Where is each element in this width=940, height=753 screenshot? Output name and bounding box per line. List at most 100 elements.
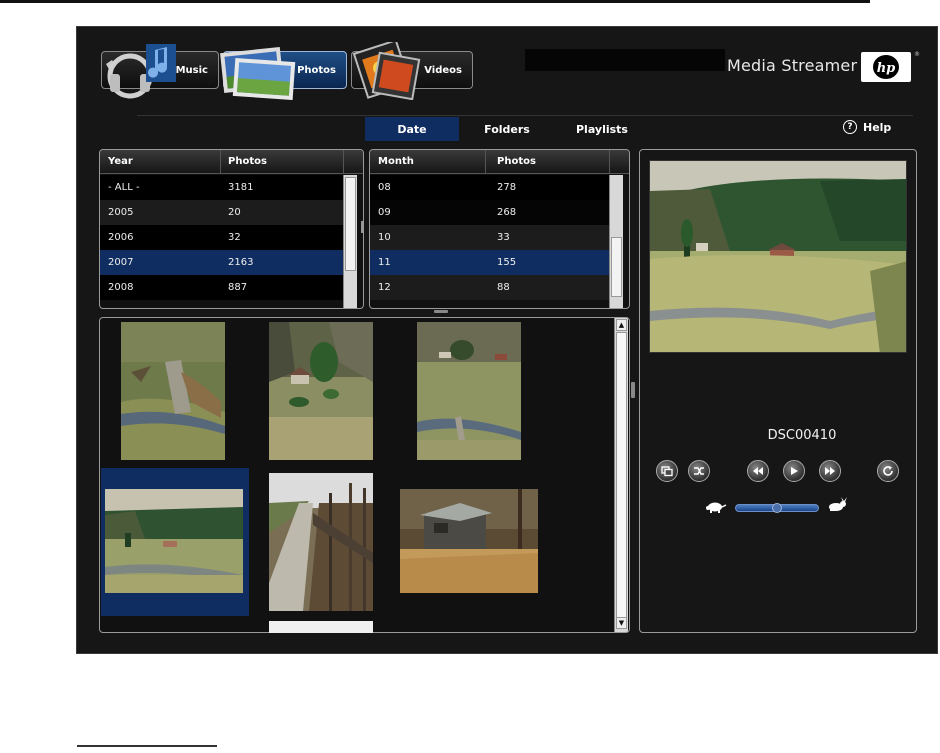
play-button[interactable] bbox=[783, 460, 805, 482]
photo-filename: DSC00410 bbox=[767, 428, 837, 443]
shuffle-icon bbox=[694, 467, 704, 475]
music-button[interactable]: Music bbox=[101, 44, 219, 99]
rabbit-icon bbox=[829, 497, 847, 511]
count-cell: 268 bbox=[497, 207, 517, 218]
count-cell: 88 bbox=[497, 282, 510, 293]
month-table-scrollbar[interactable] bbox=[609, 175, 623, 308]
fast-forward-button[interactable] bbox=[819, 460, 841, 482]
bottom-rule bbox=[77, 745, 217, 747]
speed-slider-thumb[interactable] bbox=[772, 503, 782, 513]
count-cell: 3181 bbox=[228, 182, 254, 193]
slideshow-button[interactable] bbox=[656, 460, 678, 482]
help-label: Help bbox=[863, 120, 892, 134]
videos-button[interactable]: Videos bbox=[351, 42, 473, 100]
count-cell: 20 bbox=[228, 207, 241, 218]
count-cell: 2163 bbox=[228, 257, 254, 268]
photos-label: Photos bbox=[297, 64, 336, 76]
count-cell: 887 bbox=[228, 282, 248, 293]
rotate-icon bbox=[883, 466, 893, 476]
count-cell: 155 bbox=[497, 257, 517, 268]
table-row[interactable]: 11 155 bbox=[370, 250, 609, 275]
horizontal-splitter[interactable] bbox=[434, 310, 448, 313]
year-cell: 2005 bbox=[108, 207, 134, 218]
top-rule bbox=[0, 0, 870, 3]
month-cell: 08 bbox=[378, 182, 391, 193]
count-cell: 278 bbox=[497, 182, 517, 193]
scroll-down-arrow[interactable]: ▼ bbox=[616, 617, 627, 629]
year-photos-column-header[interactable]: Photos bbox=[228, 156, 267, 167]
slideshow-icon bbox=[661, 466, 673, 477]
photo-thumbnail[interactable] bbox=[269, 473, 373, 611]
table-row[interactable]: 2008 887 bbox=[100, 275, 343, 300]
shuffle-button[interactable] bbox=[688, 460, 710, 482]
vertical-splitter[interactable] bbox=[631, 382, 635, 398]
year-table-header: Year Photos bbox=[100, 150, 363, 174]
month-table: Month Photos 08 278 09 268 10 33 11 155 … bbox=[369, 149, 630, 309]
count-cell: 32 bbox=[228, 232, 241, 243]
photos-icon bbox=[220, 46, 296, 100]
photo-thumbnail[interactable] bbox=[269, 621, 373, 633]
rotate-button[interactable] bbox=[877, 460, 899, 482]
fast-forward-icon bbox=[825, 467, 835, 475]
photo-thumbnail[interactable] bbox=[417, 322, 521, 460]
month-cell: 11 bbox=[378, 257, 391, 268]
month-table-header: Month Photos bbox=[370, 150, 629, 174]
scroll-up-arrow[interactable]: ▲ bbox=[616, 319, 627, 331]
help-button[interactable]: ? Help bbox=[843, 120, 891, 134]
tab-playlists[interactable]: Playlists bbox=[555, 117, 649, 141]
registered-mark: ® bbox=[914, 51, 920, 58]
videos-icon bbox=[352, 42, 421, 100]
play-icon bbox=[791, 467, 798, 475]
month-column-header[interactable]: Month bbox=[378, 156, 414, 167]
table-row[interactable]: 2006 32 bbox=[100, 225, 343, 250]
year-table-scrollbar[interactable] bbox=[343, 175, 357, 308]
table-row[interactable]: 2007 2163 bbox=[100, 250, 343, 275]
table-row[interactable]: 10 33 bbox=[370, 225, 609, 250]
photo-thumbnail[interactable] bbox=[121, 322, 225, 460]
hp-logo-text: hp bbox=[877, 61, 896, 76]
rewind-button[interactable] bbox=[747, 460, 769, 482]
photos-button[interactable]: Photos bbox=[220, 46, 347, 100]
table-row[interactable]: 08 278 bbox=[370, 175, 609, 200]
videos-label: Videos bbox=[424, 64, 462, 76]
tab-folders-label: Folders bbox=[484, 122, 530, 136]
tab-date[interactable]: Date bbox=[365, 117, 459, 141]
help-icon: ? bbox=[843, 120, 857, 134]
month-cell: 09 bbox=[378, 207, 391, 218]
splitter-grip[interactable] bbox=[361, 221, 364, 233]
scroll-thumb[interactable] bbox=[345, 177, 356, 271]
table-row[interactable]: 2005 20 bbox=[100, 200, 343, 225]
media-streamer-window: Music Photos Videos Media Streamer hp ® bbox=[76, 26, 938, 654]
rewind-icon bbox=[753, 467, 763, 475]
table-row[interactable]: 12 88 bbox=[370, 275, 609, 300]
photo-thumbnail[interactable] bbox=[105, 489, 243, 593]
year-column-header[interactable]: Year bbox=[108, 156, 133, 167]
table-row[interactable]: 09 268 bbox=[370, 200, 609, 225]
photo-thumbnail[interactable] bbox=[269, 322, 373, 460]
tab-date-label: Date bbox=[397, 122, 427, 136]
table-row[interactable]: - ALL - 3181 bbox=[100, 175, 343, 200]
year-cell: 2007 bbox=[108, 257, 134, 268]
year-cell: 2008 bbox=[108, 282, 134, 293]
tab-folders[interactable]: Folders bbox=[467, 117, 547, 141]
preview-image bbox=[649, 160, 907, 353]
month-cell: 10 bbox=[378, 232, 391, 243]
header-divider bbox=[137, 115, 913, 116]
thumbnail-scrollbar[interactable]: ▲ ▼ bbox=[614, 318, 628, 632]
tab-playlists-label: Playlists bbox=[576, 122, 628, 136]
music-icon bbox=[106, 44, 176, 99]
turtle-icon bbox=[706, 502, 727, 513]
count-cell: 33 bbox=[497, 232, 510, 243]
month-cell: 12 bbox=[378, 282, 391, 293]
title-field bbox=[525, 49, 725, 71]
month-photos-column-header[interactable]: Photos bbox=[497, 156, 536, 167]
scroll-thumb[interactable] bbox=[616, 332, 627, 618]
scroll-thumb[interactable] bbox=[611, 237, 622, 297]
music-label: Music bbox=[175, 64, 208, 76]
year-table: Year Photos - ALL - 3181 2005 20 2006 32… bbox=[99, 149, 364, 309]
year-cell: 2006 bbox=[108, 232, 134, 243]
app-title: Media Streamer bbox=[727, 56, 858, 75]
hp-logo: hp bbox=[861, 52, 911, 82]
photo-thumbnail[interactable] bbox=[400, 489, 538, 593]
year-cell: - ALL - bbox=[108, 182, 140, 193]
